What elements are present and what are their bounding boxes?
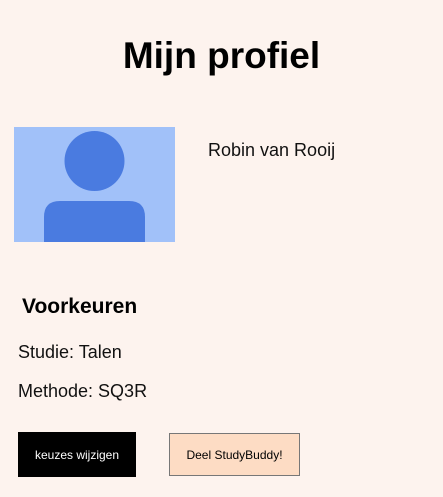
study-preference: Studie: Talen xyxy=(18,342,122,362)
person-placeholder-icon xyxy=(44,131,145,242)
preferences-heading: Voorkeuren xyxy=(22,295,138,318)
share-studybuddy-button[interactable]: Deel StudyBuddy! xyxy=(169,433,300,476)
user-name: Robin van Rooij xyxy=(208,140,336,160)
avatar xyxy=(14,127,175,242)
method-preference: Methode: SQ3R xyxy=(18,381,148,401)
page-title: Mijn profiel xyxy=(122,35,321,76)
edit-preferences-button[interactable]: keuzes wijzigen xyxy=(18,432,136,477)
